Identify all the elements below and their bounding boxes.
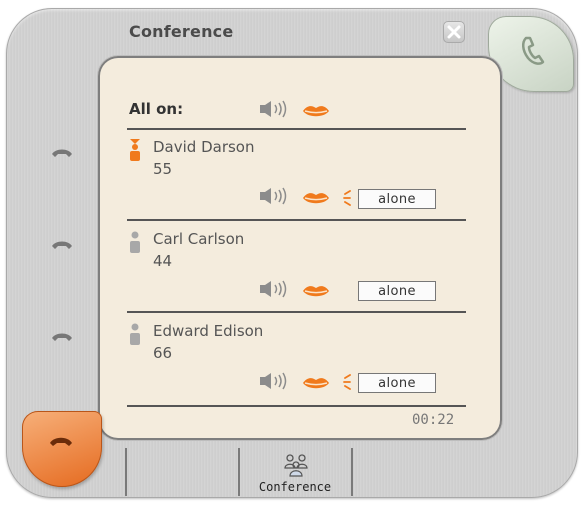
- separator: [127, 405, 466, 407]
- talking-indicator-icon: [343, 190, 351, 206]
- call-timer: 00:22: [412, 412, 455, 428]
- alone-button[interactable]: alone: [358, 373, 436, 393]
- all-on-label: All on:: [129, 100, 184, 118]
- alone-button[interactable]: alone: [358, 189, 436, 209]
- speaker-icon[interactable]: [258, 371, 292, 391]
- participant-name: David Darson: [153, 138, 255, 156]
- participant-name: Carl Carlson: [153, 230, 245, 248]
- speaker-icon[interactable]: [258, 99, 292, 119]
- microphone-lips-icon[interactable]: [302, 283, 330, 299]
- close-button[interactable]: [443, 21, 465, 43]
- alone-button[interactable]: alone: [358, 281, 436, 301]
- handset-icon: [52, 333, 72, 341]
- tab-divider: [125, 448, 127, 496]
- phone-handset-icon: [522, 36, 545, 65]
- separator: [127, 311, 466, 313]
- microphone-lips-icon[interactable]: [302, 103, 330, 119]
- person-icon: [130, 323, 140, 345]
- conference-icon: [284, 454, 308, 477]
- participant-number: 66: [153, 344, 173, 362]
- microphone-lips-icon[interactable]: [302, 190, 330, 206]
- line-2-button[interactable]: [50, 238, 74, 252]
- participant-number: 44: [153, 252, 173, 270]
- line-3-button[interactable]: [50, 330, 74, 344]
- handset-icon: [52, 149, 72, 157]
- person-active-icon: [130, 139, 140, 161]
- tab-divider: [351, 448, 353, 496]
- separator: [127, 219, 466, 221]
- speaker-icon[interactable]: [258, 279, 292, 299]
- talking-indicator-icon: [343, 374, 351, 390]
- participant-name: Edward Edison: [153, 322, 264, 340]
- tab-conference[interactable]: Conference: [239, 448, 351, 498]
- speaker-icon[interactable]: [258, 186, 292, 206]
- window-title: Conference: [129, 22, 234, 41]
- person-icon: [130, 231, 140, 253]
- handset-icon: [52, 241, 72, 249]
- line-1-button[interactable]: [50, 146, 74, 160]
- tab-conference-label: Conference: [258, 480, 332, 494]
- hangup-icon: [50, 437, 72, 446]
- close-icon: [447, 25, 461, 39]
- participant-number: 55: [153, 160, 173, 178]
- microphone-lips-icon[interactable]: [302, 375, 330, 391]
- separator: [127, 128, 466, 130]
